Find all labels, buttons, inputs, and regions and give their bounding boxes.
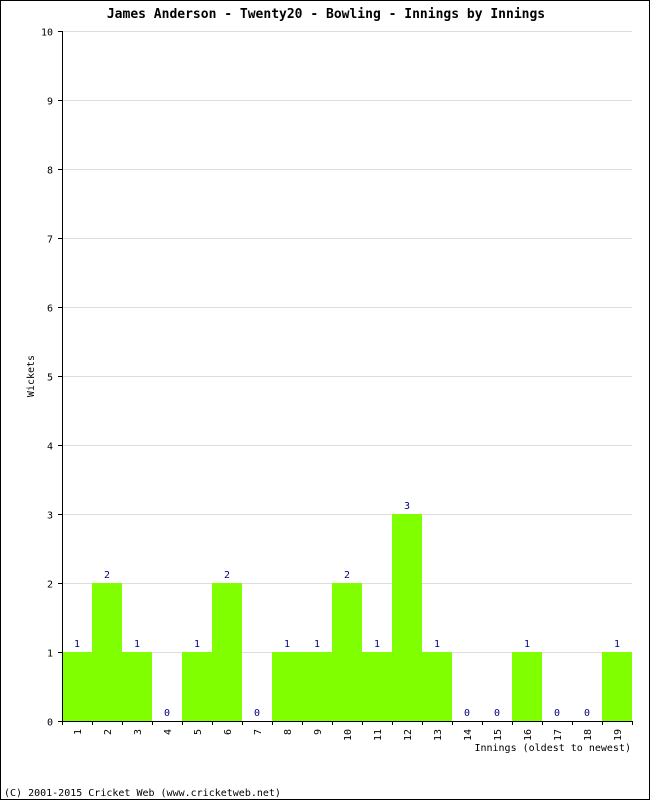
bar (422, 652, 452, 721)
data-label: 2 (104, 570, 110, 581)
chart-title: James Anderson - Twenty20 - Bowling - In… (107, 7, 545, 22)
x-tick-label: 12 (403, 729, 414, 741)
data-label: 2 (344, 570, 350, 581)
y-tick-label: 10 (41, 28, 53, 39)
data-label: 1 (314, 639, 320, 650)
x-tick-label: 17 (553, 729, 564, 741)
x-tick-label: 18 (583, 729, 594, 741)
y-tick-label: 8 (47, 166, 53, 177)
y-tick-label: 7 (47, 235, 53, 246)
bar (62, 652, 92, 721)
data-label: 0 (554, 708, 560, 719)
chart-frame: James Anderson - Twenty20 - Bowling - In… (0, 0, 650, 800)
bar (302, 652, 332, 721)
x-tick-label: 1 (73, 729, 84, 735)
bar (122, 652, 152, 721)
bar-chart: James Anderson - Twenty20 - Bowling - In… (4, 7, 633, 799)
x-tick-label: 7 (253, 729, 264, 735)
y-tick-label: 3 (47, 511, 53, 522)
x-tick-label: 9 (313, 729, 324, 735)
data-label: 1 (194, 639, 200, 650)
data-label: 0 (464, 708, 470, 719)
data-label: 0 (584, 708, 590, 719)
data-label: 0 (494, 708, 500, 719)
data-label: 1 (134, 639, 140, 650)
x-tick-label: 16 (523, 729, 534, 741)
data-label: 1 (374, 639, 380, 650)
bar (512, 652, 542, 721)
x-tick-label: 8 (283, 729, 294, 735)
y-tick-label: 5 (47, 373, 53, 384)
bar (362, 652, 392, 721)
bar (392, 514, 422, 721)
copyright-footer: (C) 2001-2015 Cricket Web (www.cricketwe… (4, 788, 281, 799)
y-tick-label: 6 (47, 304, 53, 315)
data-label: 0 (254, 708, 260, 719)
bar (602, 652, 632, 721)
y-tick-labels: 0 1 2 3 4 5 6 7 8 9 10 (41, 28, 53, 729)
bar (332, 583, 362, 721)
bars (62, 514, 632, 721)
bar (92, 583, 122, 721)
y-tick-label: 2 (47, 580, 53, 591)
x-tick-label: 6 (223, 729, 234, 735)
bar (272, 652, 302, 721)
data-label: 1 (614, 639, 620, 650)
x-tick-labels: 1 2 3 4 5 6 7 8 9 10 11 12 13 14 15 16 17 18 19 (73, 729, 624, 741)
x-tick-label: 2 (103, 729, 114, 735)
x-tick-label: 19 (613, 729, 624, 741)
data-label: 1 (284, 639, 290, 650)
x-axis-label: Innings (oldest to newest) (474, 743, 631, 754)
data-label: 1 (524, 639, 530, 650)
x-tick-label: 15 (493, 729, 504, 741)
x-tick-label: 5 (193, 729, 204, 735)
y-tick-label: 9 (47, 97, 53, 108)
data-label: 1 (74, 639, 80, 650)
x-tick-label: 4 (163, 729, 174, 735)
x-tick-label: 3 (133, 729, 144, 735)
bar (212, 583, 242, 721)
grid-lines (62, 31, 632, 653)
x-tick-label: 13 (433, 729, 444, 741)
data-label: 3 (404, 501, 410, 512)
x-tick-label: 11 (373, 729, 384, 741)
data-label: 2 (224, 570, 230, 581)
x-tick-label: 14 (463, 729, 474, 741)
data-label: 1 (434, 639, 440, 650)
bar (182, 652, 212, 721)
y-axis-label: Wickets (26, 355, 37, 397)
y-tick-label: 1 (47, 649, 53, 660)
y-tick-label: 0 (47, 718, 53, 729)
x-tick-label: 10 (343, 729, 354, 741)
y-tick-label: 4 (47, 442, 53, 453)
data-label: 0 (164, 708, 170, 719)
